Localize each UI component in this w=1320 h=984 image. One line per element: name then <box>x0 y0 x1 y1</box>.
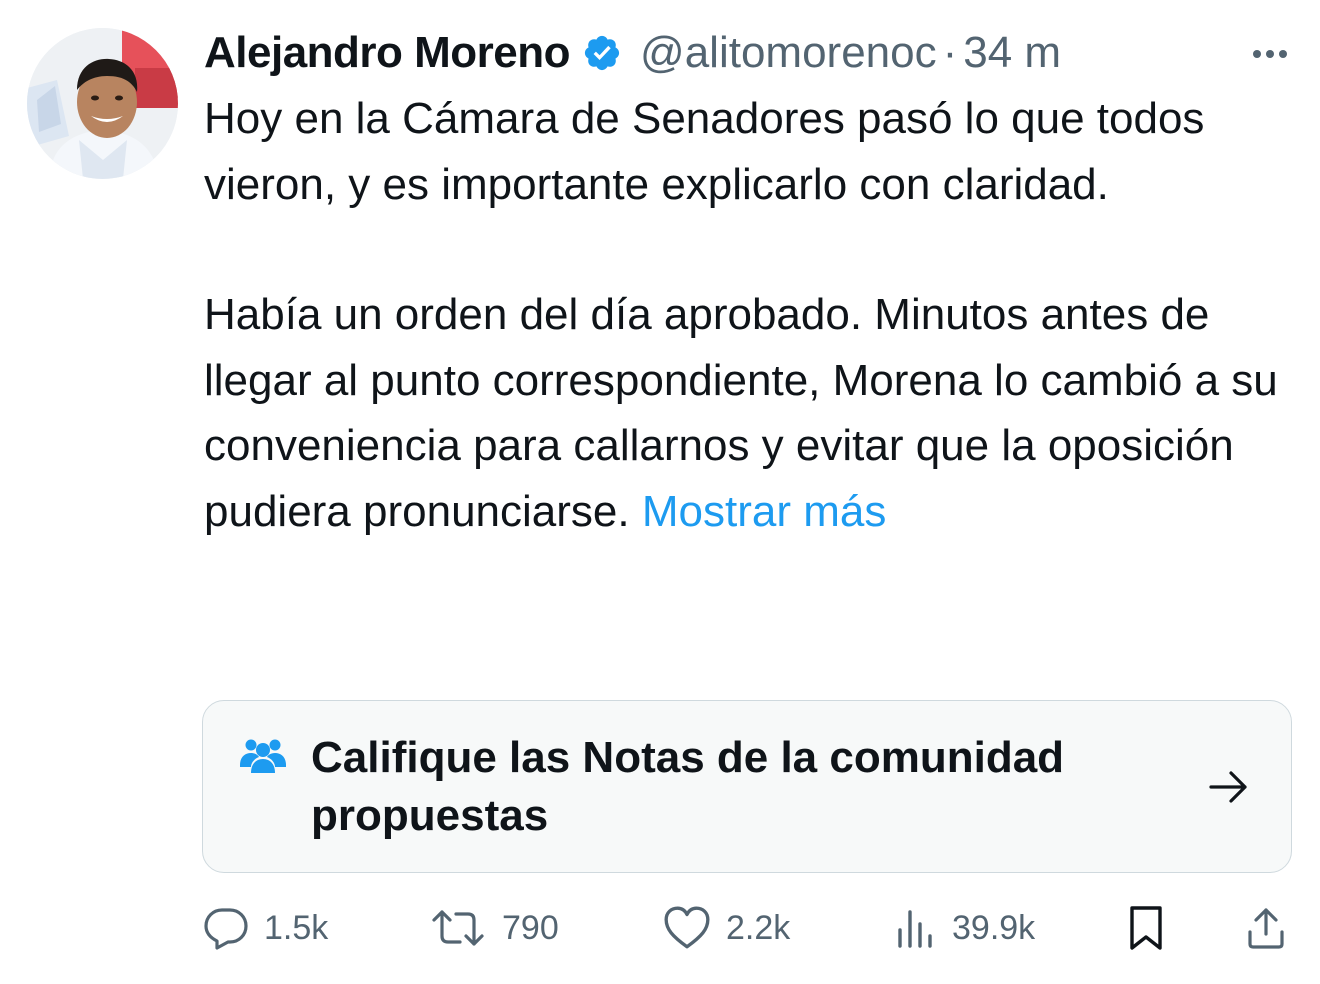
header-separator: · <box>942 28 958 77</box>
more-dot <box>1279 50 1287 58</box>
like-button[interactable]: 2.2k <box>662 898 790 958</box>
bookmark-icon <box>1130 906 1162 950</box>
views-count: 39.9k <box>952 908 1036 947</box>
more-options-icon[interactable] <box>1242 36 1298 72</box>
tweet-timestamp[interactable]: 34 m <box>963 28 1061 78</box>
retweet-button[interactable]: 790 <box>428 898 559 958</box>
show-more-link[interactable]: Mostrar más <box>642 487 886 536</box>
tweet-paragraph: Hoy en la Cámara de Senadores pasó lo qu… <box>204 86 1294 217</box>
tweet-actions: 1.5k 790 2.2k 39.9k <box>200 898 1300 958</box>
more-dot <box>1266 50 1274 58</box>
retweet-count: 790 <box>502 908 559 947</box>
verified-badge-icon[interactable] <box>582 33 622 73</box>
people-icon <box>237 735 289 775</box>
author-avatar[interactable] <box>27 28 178 179</box>
author-handle[interactable]: @alitomorenoc <box>640 28 937 78</box>
reply-count: 1.5k <box>264 908 329 947</box>
share-button[interactable] <box>1244 898 1288 958</box>
bookmark-button[interactable] <box>1126 898 1166 958</box>
share-icon <box>1248 908 1284 949</box>
more-dot <box>1253 50 1261 58</box>
reply-button[interactable]: 1.5k <box>202 898 328 958</box>
retweet-icon <box>432 910 484 946</box>
community-notes-label: Califique las Notas de la comunidad prop… <box>311 733 1065 840</box>
like-count: 2.2k <box>726 908 791 947</box>
author-name[interactable]: Alejandro Moreno <box>204 28 571 78</box>
tweet-paragraph: Había un orden del día aprobado. Minutos… <box>204 282 1294 544</box>
tweet-text: Hoy en la Cámara de Senadores pasó lo qu… <box>204 86 1294 544</box>
views-button[interactable]: 39.9k <box>894 898 1035 958</box>
tweet-header: Alejandro Moreno @alitomorenoc · 34 m <box>204 22 1300 84</box>
community-notes-card[interactable]: Califique las Notas de la comunidad prop… <box>202 700 1292 873</box>
profile-photo <box>27 28 178 179</box>
arrow-right-icon <box>1207 765 1251 809</box>
analytics-icon <box>898 910 932 948</box>
reply-icon <box>204 908 248 950</box>
tweet-paragraph-text: Hoy en la Cámara de Senadores pasó lo qu… <box>204 94 1205 209</box>
heart-icon <box>664 906 710 949</box>
